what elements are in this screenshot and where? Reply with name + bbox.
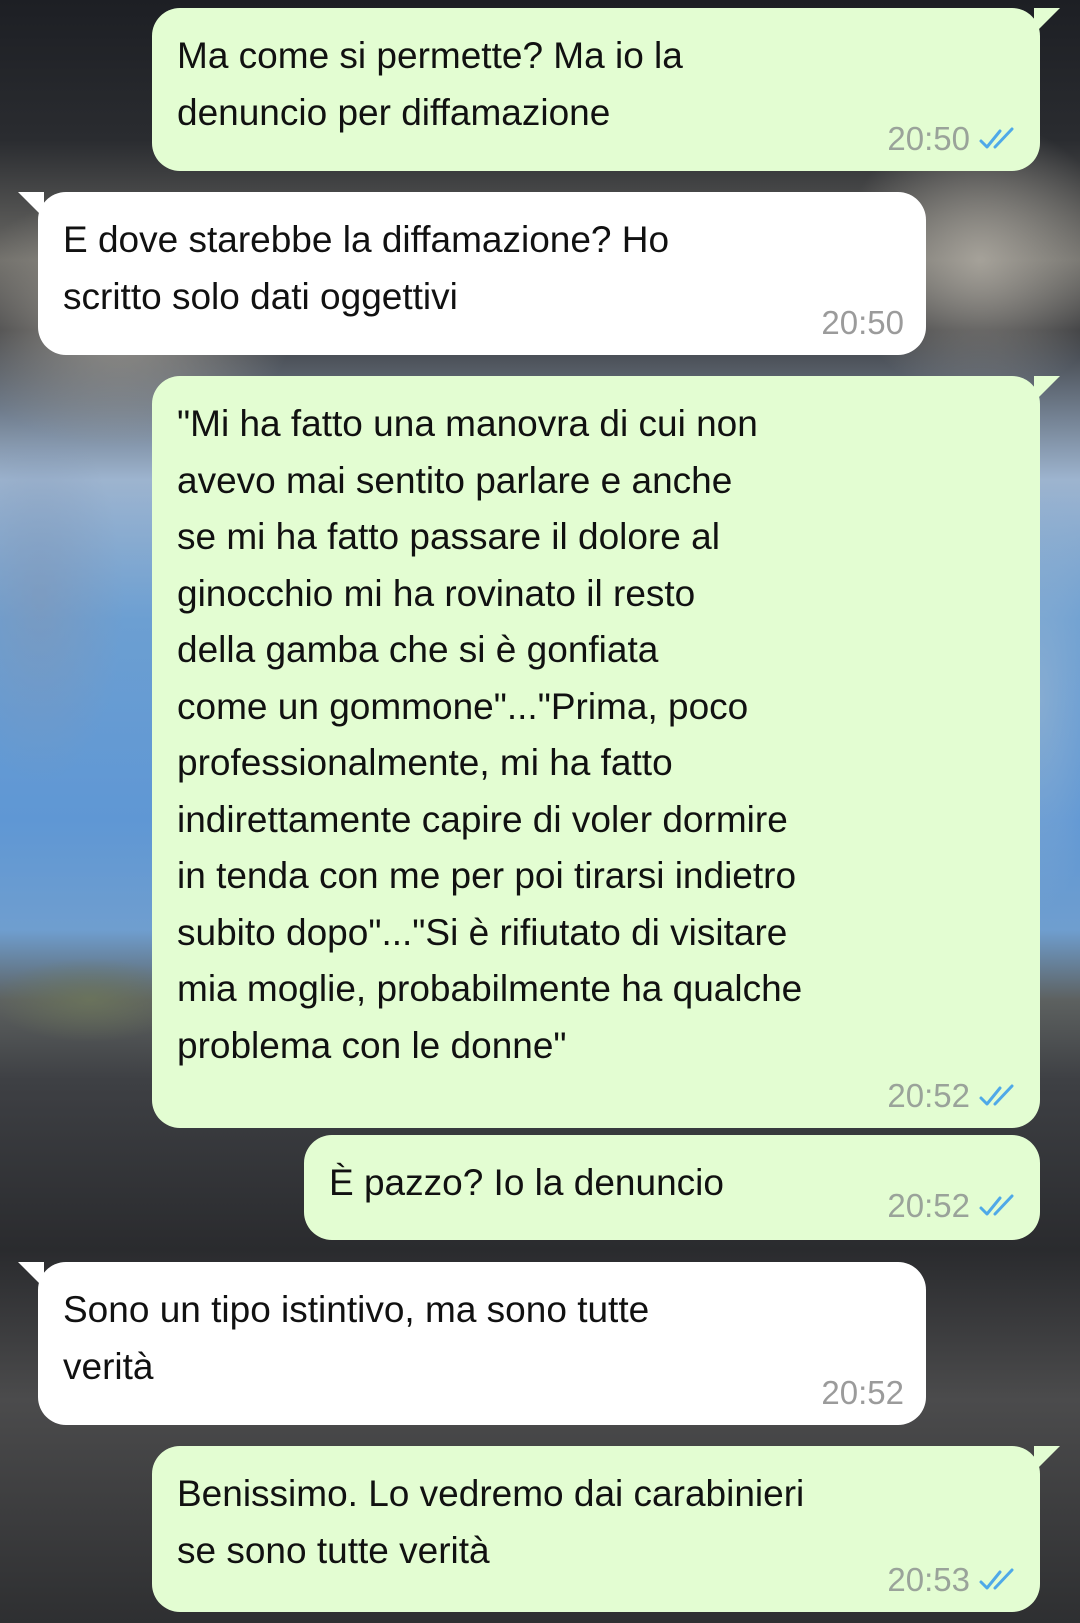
message-meta: 20:52 — [821, 1373, 904, 1413]
message-bubble-outgoing[interactable]: È pazzo? Io la denuncio 20:52 — [304, 1135, 1040, 1240]
message-meta: 20:52 — [887, 1186, 1018, 1226]
message-time: 20:52 — [821, 1374, 904, 1411]
double-check-read-icon — [979, 1568, 1014, 1590]
message-text: "Mi ha fatto una manovra di cui non avev… — [177, 403, 803, 1066]
message-text: È pazzo? Io la denuncio — [329, 1162, 724, 1203]
message-meta: 20:50 — [821, 303, 904, 343]
message-bubble-outgoing[interactable]: Benissimo. Lo vedremo dai carabinieri se… — [152, 1446, 1060, 1612]
message-meta: 20:50 — [887, 119, 1018, 159]
message-text: Sono un tipo istintivo, ma sono tutte ve… — [63, 1289, 650, 1387]
message-time: 20:50 — [887, 120, 970, 157]
message-time: 20:53 — [887, 1561, 970, 1598]
message-time: 20:52 — [887, 1077, 970, 1114]
double-check-read-icon — [979, 127, 1014, 149]
message-text: Ma come si permette? Ma io la denuncio p… — [177, 35, 683, 133]
message-text: E dove starebbe la diffamazione? Ho scri… — [63, 219, 670, 317]
message-bubble-outgoing[interactable]: Ma come si permette? Ma io la denuncio p… — [152, 8, 1060, 171]
message-text: Benissimo. Lo vedremo dai carabinieri se… — [177, 1473, 805, 1571]
message-time: 20:52 — [887, 1187, 970, 1224]
message-bubble-outgoing[interactable]: "Mi ha fatto una manovra di cui non avev… — [152, 376, 1060, 1128]
message-bubble-incoming[interactable]: E dove starebbe la diffamazione? Ho scri… — [18, 192, 926, 355]
message-meta: 20:52 — [887, 1076, 1018, 1116]
double-check-read-icon — [979, 1194, 1014, 1216]
message-time: 20:50 — [821, 304, 904, 341]
message-meta: 20:53 — [887, 1560, 1018, 1600]
double-check-read-icon — [979, 1084, 1014, 1106]
message-bubble-incoming[interactable]: Sono un tipo istintivo, ma sono tutte ve… — [18, 1262, 926, 1425]
